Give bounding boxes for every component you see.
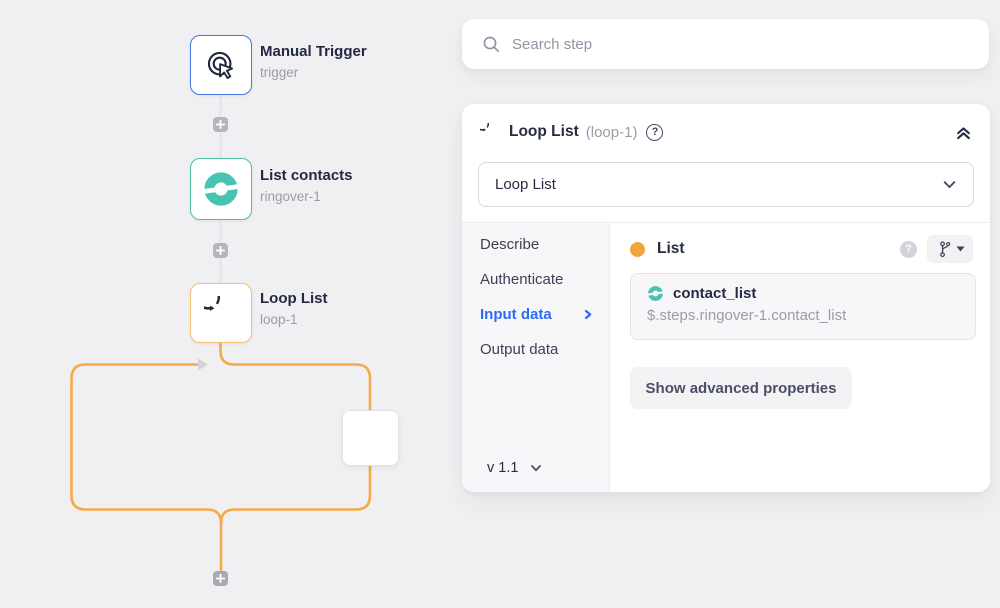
plus-icon xyxy=(216,246,225,255)
field-row-list: List ? xyxy=(630,235,976,263)
chevron-down-icon xyxy=(942,177,957,192)
step-type-value: Loop List xyxy=(495,176,556,193)
inspector-header: Loop List (loop-1) ? xyxy=(462,104,990,160)
node-label-loop-list: Loop List loop-1 xyxy=(260,290,328,327)
inspector-title: Loop List xyxy=(509,123,579,141)
mapping-header: contact_list xyxy=(647,285,959,302)
tab-label: Output data xyxy=(480,341,558,358)
node-label-manual-trigger: Manual Trigger trigger xyxy=(260,43,367,80)
tab-authenticate[interactable]: Authenticate xyxy=(480,271,609,288)
inspector-step-id: (loop-1) xyxy=(586,124,638,141)
mapping-path: $.steps.ringover-1.contact_list xyxy=(647,307,959,324)
workflow-canvas: Manual Trigger trigger List contacts rin… xyxy=(0,0,460,608)
ringover-icon xyxy=(202,170,240,208)
double-chevron-up-icon xyxy=(955,124,972,141)
help-glyph: ? xyxy=(652,126,659,138)
loop-body-placeholder[interactable] xyxy=(342,410,399,466)
help-glyph: ? xyxy=(905,243,912,255)
version-label: v 1.1 xyxy=(487,460,518,476)
node-title: Manual Trigger xyxy=(260,43,367,60)
tab-input-data[interactable]: Input data xyxy=(480,306,609,323)
node-list-contacts[interactable] xyxy=(190,158,252,220)
search-input[interactable] xyxy=(512,36,971,53)
help-icon[interactable]: ? xyxy=(646,124,663,141)
step-inspector-panel: Loop List (loop-1) ? Loop List Describe … xyxy=(462,104,990,492)
node-subtitle: trigger xyxy=(260,65,367,80)
field-help-icon[interactable]: ? xyxy=(900,241,917,258)
tab-describe[interactable]: Describe xyxy=(480,236,609,253)
add-step-button[interactable] xyxy=(213,571,228,586)
node-title: List contacts xyxy=(260,167,353,184)
search-icon xyxy=(482,35,500,53)
plus-icon xyxy=(216,574,225,583)
input-data-pane: List ? xyxy=(610,223,990,492)
caret-down-icon xyxy=(956,246,965,252)
manual-trigger-icon xyxy=(204,48,238,82)
node-loop-list[interactable] xyxy=(190,283,252,343)
tab-label: Authenticate xyxy=(480,271,563,288)
version-select[interactable]: v 1.1 xyxy=(487,460,543,476)
tab-label: Input data xyxy=(480,306,552,323)
chevron-right-icon xyxy=(583,309,593,320)
node-label-list-contacts: List contacts ringover-1 xyxy=(260,167,353,204)
show-advanced-properties-button[interactable]: Show advanced properties xyxy=(630,367,852,409)
plus-icon xyxy=(216,120,225,129)
branch-icon xyxy=(936,240,951,258)
chevron-down-icon xyxy=(529,461,543,475)
loop-return-arrow-icon xyxy=(198,359,208,371)
field-label: List xyxy=(657,240,685,258)
loop-icon xyxy=(480,123,499,142)
step-type-select[interactable]: Loop List xyxy=(478,162,974,207)
node-subtitle: loop-1 xyxy=(260,312,328,327)
ringover-icon xyxy=(647,285,664,302)
add-step-button[interactable] xyxy=(213,117,228,132)
search-step-bar[interactable] xyxy=(462,19,989,69)
node-title: Loop List xyxy=(260,290,328,307)
collapse-panel-button[interactable] xyxy=(955,124,972,141)
mapping-mode-button[interactable] xyxy=(927,235,973,263)
required-field-dot xyxy=(630,242,645,257)
tab-output-data[interactable]: Output data xyxy=(480,341,609,358)
mapped-value-field[interactable]: contact_list $.steps.ringover-1.contact_… xyxy=(630,273,976,340)
inspector-nav: Describe Authenticate Input data Output … xyxy=(462,223,610,492)
tab-label: Describe xyxy=(480,236,539,253)
add-step-button[interactable] xyxy=(213,243,228,258)
loop-icon xyxy=(204,296,238,330)
inspector-body: Describe Authenticate Input data Output … xyxy=(462,222,990,492)
node-subtitle: ringover-1 xyxy=(260,189,353,204)
mapping-name: contact_list xyxy=(673,285,756,302)
loop-return-path xyxy=(72,365,222,524)
node-manual-trigger[interactable] xyxy=(190,35,252,95)
